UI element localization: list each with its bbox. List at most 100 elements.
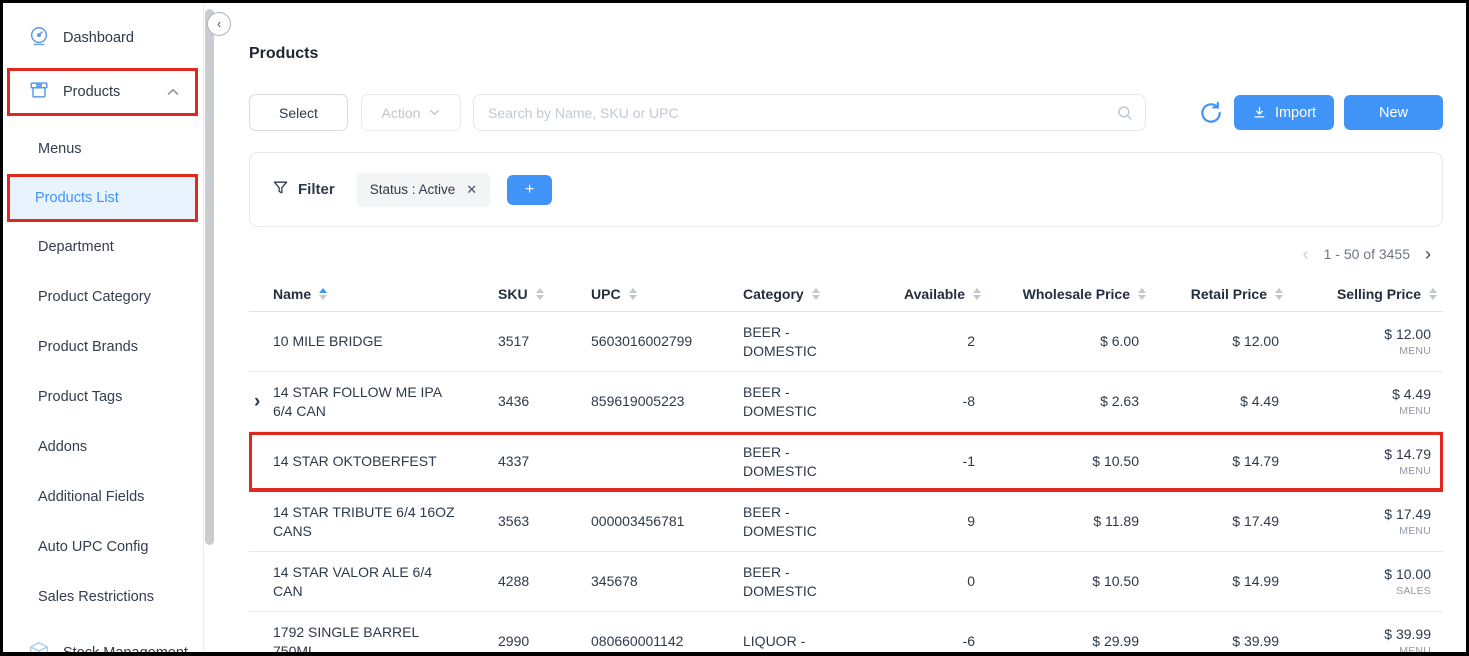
cell-selling-price: $ 17.49 MENU	[1283, 505, 1443, 539]
column-header-category[interactable]: Category	[721, 286, 896, 302]
column-header-wholesale-price[interactable]: Wholesale Price	[981, 286, 1146, 302]
products-table: Name SKU UPC Category Available	[249, 276, 1443, 656]
cell-wholesale-price: $ 10.50	[981, 452, 1146, 470]
cell-available: 0	[896, 572, 981, 590]
cell-selling-price: $ 12.00 MENU	[1283, 325, 1443, 359]
sidebar-item-label: Product Category	[38, 289, 151, 305]
sidebar-item-addons[interactable]: Addons	[3, 422, 203, 472]
cell-selling-price: $ 39.99 MENU	[1283, 625, 1443, 656]
price-type-badge: SALES	[1396, 585, 1431, 599]
toolbar: Select Action	[249, 94, 1443, 131]
sidebar-item-additional-fields[interactable]: Additional Fields	[3, 472, 203, 522]
add-filter-button[interactable]: +	[507, 175, 552, 205]
action-dropdown[interactable]: Action	[361, 94, 461, 131]
table-row[interactable]: 10 MILE BRIDGE 3517 5603016002799 BEER -…	[249, 312, 1443, 372]
cell-retail-price: $ 39.99	[1146, 632, 1283, 650]
sidebar-item-product-tags[interactable]: Product Tags	[3, 372, 203, 422]
cell-name: 14 STAR OKTOBERFEST	[273, 452, 478, 470]
refresh-icon	[1198, 100, 1224, 126]
cell-sku: 3517	[478, 332, 571, 350]
sidebar-item-product-brands[interactable]: Product Brands	[3, 322, 203, 372]
table-row-highlighted[interactable]: 14 STAR OKTOBERFEST 4337 BEER - DOMESTIC…	[249, 432, 1443, 492]
table-row[interactable]: 14 STAR TRIBUTE 6/4 16OZ CANS 3563 00000…	[249, 492, 1443, 552]
cell-selling-price: $ 10.00 SALES	[1283, 565, 1443, 599]
close-icon[interactable]: ✕	[466, 182, 477, 198]
sidebar-item-products[interactable]: Products	[10, 71, 195, 113]
filter-icon	[272, 179, 289, 201]
sidebar-item-label: Addons	[38, 439, 87, 455]
sort-icon	[1275, 288, 1283, 300]
cell-available: -6	[896, 632, 981, 650]
sidebar-item-label: Product Brands	[38, 339, 138, 355]
cell-retail-price: $ 14.79	[1146, 452, 1283, 470]
search-input[interactable]	[488, 105, 1111, 121]
cell-selling-price: $ 4.49 MENU	[1283, 385, 1443, 419]
column-header-selling-price[interactable]: Selling Price	[1283, 286, 1443, 302]
import-button[interactable]: Import	[1234, 95, 1334, 130]
cell-wholesale-price: $ 2.63	[981, 392, 1146, 410]
table-row[interactable]: 14 STAR VALOR ALE 6/4 CAN 4288 345678 BE…	[249, 552, 1443, 612]
cell-name: 10 MILE BRIDGE	[273, 332, 478, 350]
expand-row-icon[interactable]: ›	[249, 392, 273, 411]
pagination-range: 1 - 50 of 3455	[1324, 246, 1410, 262]
cell-wholesale-price: $ 29.99	[981, 632, 1146, 650]
cell-selling-price: $ 14.79 MENU	[1283, 445, 1443, 479]
column-header-sku[interactable]: SKU	[478, 286, 571, 302]
table-row[interactable]: 1792 SINGLE BARREL 750ML 2990 0806600011…	[249, 612, 1443, 656]
sidebar-item-dashboard[interactable]: Dashboard	[3, 17, 203, 59]
price-type-badge: MENU	[1399, 525, 1431, 539]
cell-category: BEER - DOMESTIC	[721, 563, 896, 599]
sidebar-scrollbar[interactable]	[204, 3, 216, 652]
sidebar-item-stock-management[interactable]: Stock Management	[3, 632, 203, 656]
cell-upc: 5603016002799	[571, 332, 721, 350]
refresh-button[interactable]	[1198, 99, 1225, 126]
sidebar-item-department[interactable]: Department	[3, 222, 203, 272]
sidebar-item-auto-upc-config[interactable]: Auto UPC Config	[3, 522, 203, 572]
cell-available: -1	[896, 452, 981, 470]
page-title: Products	[249, 45, 1443, 63]
sidebar-item-label: Additional Fields	[38, 489, 144, 505]
sidebar-item-label: Menus	[38, 141, 82, 157]
cell-sku: 3563	[478, 512, 571, 530]
column-header-available[interactable]: Available	[896, 286, 981, 302]
sidebar-item-label: Stock Management	[63, 645, 188, 656]
cell-sku: 4337	[478, 452, 571, 470]
cell-retail-price: $ 17.49	[1146, 512, 1283, 530]
filter-chip-text: Status : Active	[370, 182, 456, 197]
sort-icon	[973, 288, 981, 300]
download-icon	[1252, 105, 1267, 120]
sidebar-item-label: Product Tags	[38, 389, 122, 405]
main-content: Products Select Action	[216, 3, 1466, 652]
cell-sku: 3436	[478, 392, 571, 410]
cell-upc: 859619005223	[571, 392, 721, 410]
column-header-name[interactable]: Name	[273, 286, 478, 302]
select-button[interactable]: Select	[249, 94, 348, 131]
table-row[interactable]: › 14 STAR FOLLOW ME IPA 6/4 CAN 3436 859…	[249, 372, 1443, 432]
sidebar-scrollbar-thumb[interactable]	[205, 9, 214, 545]
import-button-label: Import	[1275, 105, 1316, 121]
sidebar-item-products-list[interactable]: Products List	[10, 177, 195, 219]
cell-retail-price: $ 14.99	[1146, 572, 1283, 590]
new-button[interactable]: New	[1344, 95, 1443, 130]
sidebar-item-sales-restrictions[interactable]: Sales Restrictions	[3, 572, 203, 622]
sidebar-item-menus[interactable]: Menus	[3, 124, 203, 174]
cell-retail-price: $ 4.49	[1146, 392, 1283, 410]
products-list-annotation-box: Products List	[7, 174, 198, 222]
pagination-prev-icon[interactable]: ‹	[1303, 244, 1309, 265]
cell-name: 1792 SINGLE BARREL 750ML	[273, 623, 478, 656]
sort-icon	[812, 288, 820, 300]
cell-name: 14 STAR VALOR ALE 6/4 CAN	[273, 563, 478, 599]
sidebar-collapse-button[interactable]: ‹	[207, 12, 231, 36]
cell-upc: 080660001142	[571, 632, 721, 650]
sort-icon	[629, 288, 637, 300]
pagination-next-icon[interactable]: ›	[1425, 244, 1431, 265]
sort-icon	[1429, 288, 1437, 300]
cell-category: BEER - DOMESTIC	[721, 443, 896, 479]
filter-chip-status-active[interactable]: Status : Active ✕	[357, 173, 490, 207]
sidebar-item-product-category[interactable]: Product Category	[3, 272, 203, 322]
price-type-badge: MENU	[1399, 405, 1431, 419]
cell-wholesale-price: $ 6.00	[981, 332, 1146, 350]
column-header-upc[interactable]: UPC	[571, 286, 721, 302]
column-header-retail-price[interactable]: Retail Price	[1146, 286, 1283, 302]
products-icon	[28, 79, 50, 105]
